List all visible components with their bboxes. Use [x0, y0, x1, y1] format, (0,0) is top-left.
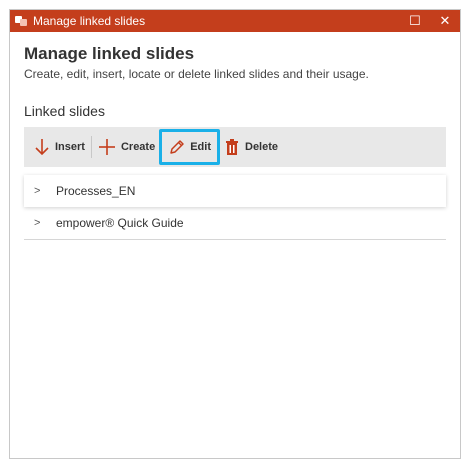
create-button[interactable]: Create	[94, 133, 159, 161]
plus-icon	[98, 139, 115, 155]
dialog-heading: Manage linked slides	[24, 44, 195, 63]
maximize-icon: ☐	[409, 13, 421, 28]
linked-slides-tree: > Processes_EN > empower® Quick Guide	[24, 175, 446, 240]
toolbar: Insert Create Edit Delete	[24, 127, 446, 167]
manage-linked-slides-window: Manage linked slides ☐ ✕ Manage linked s…	[9, 9, 461, 459]
window-title: Manage linked slides	[33, 14, 146, 28]
insert-arrow-icon	[35, 139, 49, 156]
tree-item[interactable]: > Processes_EN	[24, 175, 446, 207]
delete-button[interactable]: Delete	[220, 133, 282, 161]
title-bar: Manage linked slides ☐ ✕	[10, 10, 460, 32]
create-label: Create	[120, 141, 156, 153]
close-button[interactable]: ✕	[430, 10, 460, 32]
close-icon: ✕	[439, 13, 451, 28]
edit-label: Edit	[190, 141, 211, 153]
insert-label: Insert	[55, 141, 85, 153]
chevron-right-icon[interactable]: >	[34, 217, 46, 229]
chevron-right-icon[interactable]: >	[34, 185, 46, 197]
dialog-content: Manage linked slides Create, edit, inser…	[10, 32, 460, 240]
tree-item-label: Processes_EN	[56, 184, 136, 198]
tree-item-label: empower® Quick Guide	[56, 216, 184, 230]
trash-icon	[226, 139, 238, 155]
app-icon	[14, 14, 28, 28]
tree-item[interactable]: > empower® Quick Guide	[24, 207, 446, 240]
insert-button[interactable]: Insert	[30, 133, 89, 161]
edit-button[interactable]: Edit	[159, 129, 220, 165]
section-label: Linked slides	[24, 103, 105, 119]
dialog-description: Create, edit, insert, locate or delete l…	[24, 67, 369, 81]
maximize-button[interactable]: ☐	[400, 10, 430, 32]
toolbar-separator	[90, 136, 92, 158]
delete-label: Delete	[245, 141, 279, 153]
pencil-icon	[170, 139, 184, 154]
